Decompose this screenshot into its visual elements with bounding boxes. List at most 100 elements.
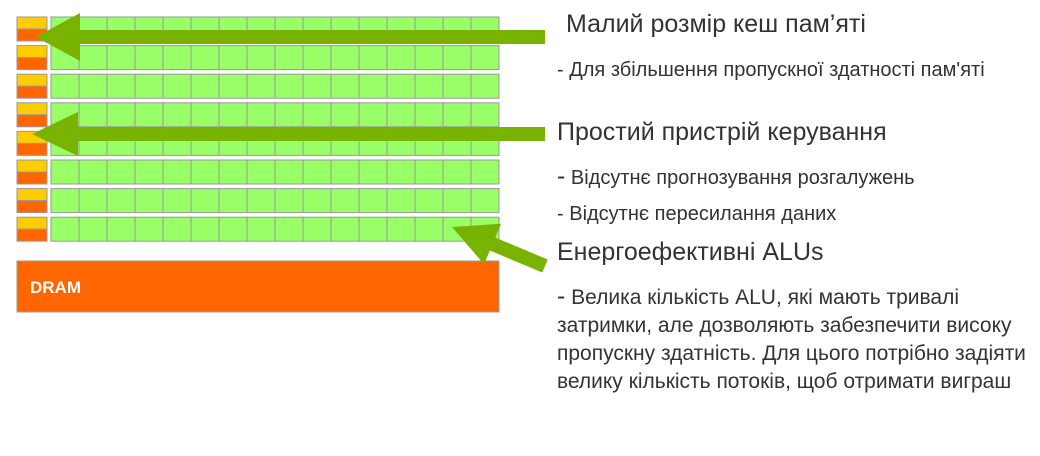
alu-cell xyxy=(302,73,332,99)
alu-cell xyxy=(134,73,164,99)
alu-cell xyxy=(50,188,80,214)
alu-cell xyxy=(442,102,472,128)
cache-block xyxy=(16,45,48,59)
alu-cell xyxy=(218,159,248,185)
alu-cell xyxy=(442,159,472,185)
control-block xyxy=(16,114,48,128)
alu-cell xyxy=(386,102,416,128)
alu-cell xyxy=(246,73,276,99)
alu-cell xyxy=(190,188,220,214)
alu-cell xyxy=(330,188,360,214)
alu-cell xyxy=(106,216,136,242)
alu-cell xyxy=(218,188,248,214)
detail-text: Відсутнє прогнозування розгалужень xyxy=(565,167,915,189)
alu-cell xyxy=(190,45,220,71)
alu-cell xyxy=(470,73,500,99)
alu-cell xyxy=(414,216,444,242)
alu-cell xyxy=(78,102,108,128)
control-detail-data-forwarding: - Відсутнє пересилання даних xyxy=(557,203,836,226)
alu-cell xyxy=(274,73,304,99)
alus-heading: Енергоефективні ALUs xyxy=(557,238,824,266)
alu-cell xyxy=(386,188,416,214)
alu-cell xyxy=(134,188,164,214)
alu-cell xyxy=(414,188,444,214)
alu-cell xyxy=(78,159,108,185)
cache-detail: - Для збільшення пропускної здатності па… xyxy=(557,59,985,81)
alu-cell xyxy=(190,102,220,128)
sm-row xyxy=(16,102,500,128)
alu-cell xyxy=(274,159,304,185)
alu-cell xyxy=(386,73,416,99)
alu-cell xyxy=(134,45,164,71)
alu-cell xyxy=(358,159,388,185)
cache-block xyxy=(16,16,48,30)
dram-label: DRAM xyxy=(30,278,81,297)
cache-block xyxy=(16,159,48,173)
alu-cell xyxy=(246,159,276,185)
alu-cell xyxy=(50,73,80,99)
control-block xyxy=(16,200,48,214)
alu-cell xyxy=(106,159,136,185)
alu-cell xyxy=(330,73,360,99)
alu-cell xyxy=(274,188,304,214)
alu-cell xyxy=(106,188,136,214)
alu-cell xyxy=(106,102,136,128)
sm-row xyxy=(16,159,500,185)
alu-cell xyxy=(442,188,472,214)
alu-cell xyxy=(78,216,108,242)
alu-cell xyxy=(246,188,276,214)
sm-row xyxy=(16,188,500,214)
alu-cell xyxy=(442,45,472,71)
control-block xyxy=(16,85,48,99)
sm-row xyxy=(16,216,500,242)
alus-detail: - Велика кількість ALU, які мають тривал… xyxy=(557,282,1027,396)
control-block xyxy=(16,57,48,71)
alu-cell xyxy=(162,73,192,99)
alu-cell xyxy=(162,45,192,71)
cache-heading: Малий розмір кеш пам’яті xyxy=(566,10,866,38)
alu-cell xyxy=(302,159,332,185)
dram-block xyxy=(16,260,500,313)
alu-cell xyxy=(134,102,164,128)
alu-cell xyxy=(190,159,220,185)
alu-cell xyxy=(246,216,276,242)
alu-cell xyxy=(218,102,248,128)
alu-cell xyxy=(330,102,360,128)
alu-cell xyxy=(190,216,220,242)
alu-cell xyxy=(274,45,304,71)
detail-text: Велика кількість ALU, які мають тривалі … xyxy=(557,286,1026,393)
alu-cell xyxy=(78,73,108,99)
alu-cell xyxy=(414,45,444,71)
alu-cell xyxy=(358,102,388,128)
alu-cell xyxy=(386,216,416,242)
alu-cell xyxy=(414,73,444,99)
alu-cell xyxy=(274,216,304,242)
alu-cell xyxy=(302,102,332,128)
alu-cell xyxy=(470,159,500,185)
alu-cell xyxy=(190,73,220,99)
alu-cell xyxy=(246,102,276,128)
alu-cell xyxy=(218,216,248,242)
alu-cell xyxy=(358,188,388,214)
alu-cell xyxy=(162,159,192,185)
alu-cell xyxy=(50,159,80,185)
alu-cell xyxy=(162,102,192,128)
alu-cell xyxy=(106,45,136,71)
alu-cell xyxy=(414,102,444,128)
sm-row xyxy=(16,45,500,71)
alu-cell xyxy=(78,45,108,71)
cache-block xyxy=(16,102,48,116)
alu-cell xyxy=(386,45,416,71)
alu-cell xyxy=(470,45,500,71)
alu-cell xyxy=(442,73,472,99)
alu-cell xyxy=(414,159,444,185)
alu-cell xyxy=(162,188,192,214)
control-block xyxy=(16,228,48,242)
alu-cell xyxy=(302,216,332,242)
control-block xyxy=(16,171,48,185)
control-block xyxy=(16,142,48,156)
alu-cell xyxy=(134,159,164,185)
cache-block xyxy=(16,73,48,87)
alu-cell xyxy=(470,102,500,128)
alu-cell xyxy=(330,216,360,242)
